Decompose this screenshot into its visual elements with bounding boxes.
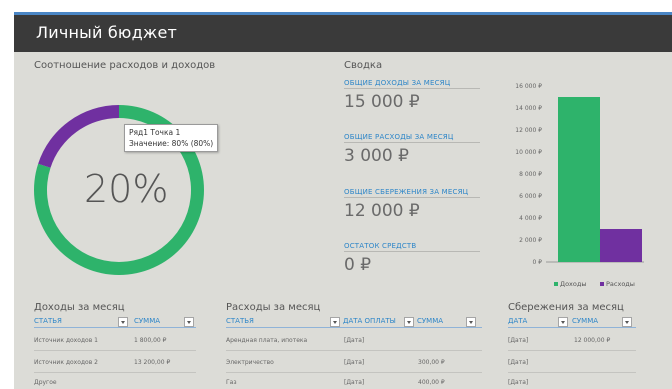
table-cell[interactable]: Источник доходов 1 (34, 337, 98, 344)
summary-divider (344, 142, 480, 143)
total-income-value: 15 000 ₽ (344, 92, 420, 112)
table-cell[interactable]: Газ (226, 379, 237, 386)
savings-table-header: ДАТА СУММА (508, 316, 636, 328)
table-cell[interactable]: [Дата] (508, 359, 528, 366)
legend-swatch (554, 282, 558, 286)
table-row-divider (226, 372, 482, 373)
y-tick-label: 6 000 ₽ (519, 193, 542, 200)
table-cell[interactable]: Электричество (226, 359, 274, 366)
table-cell[interactable]: [Дата] (508, 379, 528, 386)
legend-label: Расходы (606, 280, 635, 288)
total-expenses-value: 3 000 ₽ (344, 146, 409, 166)
table-cell[interactable]: [Дата] (344, 379, 364, 386)
income-col-item: СТАТЬЯ (34, 317, 62, 325)
total-income-link[interactable]: ОБЩИЕ ДОХОДЫ ЗА МЕСЯЦ (344, 79, 450, 87)
savings-table-title: Сбережения за месяц (508, 302, 624, 313)
table-cell[interactable]: 1 800,00 ₽ (134, 337, 166, 344)
expenses-amount-filter-dropdown[interactable] (466, 317, 476, 327)
y-tick-label: 4 000 ₽ (519, 215, 542, 222)
income-col-amount: СУММА (134, 317, 161, 325)
y-tick-label: 14 000 ₽ (515, 105, 542, 112)
expenses-table-header: СТАТЬЯ ДАТА ОПЛАТЫ СУММА (226, 316, 482, 328)
y-tick-label: 2 000 ₽ (519, 237, 542, 244)
table-row-divider (226, 350, 482, 351)
expenses-col-amount: СУММА (417, 317, 444, 325)
y-tick-label: 10 000 ₽ (515, 149, 542, 156)
savings-col-amount: СУММА (572, 317, 599, 325)
income-item-filter-dropdown[interactable] (118, 317, 128, 327)
total-expenses-link[interactable]: ОБЩИЕ РАСХОДЫ ЗА МЕСЯЦ (344, 133, 453, 141)
donut-center-label: 20% (84, 167, 169, 211)
total-savings-link[interactable]: ОБЩИЕ СБЕРЕЖЕНИЯ ЗА МЕСЯЦ (344, 188, 468, 196)
legend-swatch (600, 282, 604, 286)
y-tick-label: 16 000 ₽ (515, 83, 542, 90)
expenses-col-due-date: ДАТА ОПЛАТЫ (343, 317, 396, 325)
table-row-divider (34, 350, 196, 351)
income-table-header: СТАТЬЯ СУММА (34, 316, 196, 328)
savings-date-filter-dropdown[interactable] (558, 317, 568, 327)
total-savings-value: 12 000 ₽ (344, 201, 420, 221)
table-cell[interactable]: Другое (34, 379, 57, 386)
summary-divider (344, 197, 480, 198)
expenses-item-filter-dropdown[interactable] (330, 317, 340, 327)
expenses-table-title: Расходы за месяц (226, 302, 321, 313)
summary-divider (344, 88, 480, 89)
donut-slice-1[interactable] (38, 105, 119, 168)
balance-link[interactable]: ОСТАТОК СРЕДСТВ (344, 242, 416, 250)
app-title: Личный бюджет (36, 23, 178, 42)
y-tick-label: 12 000 ₽ (515, 127, 542, 134)
table-row-divider (508, 372, 636, 373)
table-cell[interactable]: Арендная плата, ипотека (226, 337, 307, 344)
income-amount-filter-dropdown[interactable] (184, 317, 194, 327)
balance-value: 0 ₽ (344, 255, 372, 275)
table-cell[interactable]: [Дата] (344, 359, 364, 366)
table-cell[interactable]: [Дата] (508, 337, 528, 344)
tooltip-series: Ряд1 Точка 1 (129, 128, 181, 137)
expenses-date-filter-dropdown[interactable] (404, 317, 414, 327)
y-tick-label: 8 000 ₽ (519, 171, 542, 178)
tooltip-value: Значение: 80% (80%) (129, 139, 214, 148)
table-row-divider (508, 350, 636, 351)
budget-app: Личный бюджет Соотношение расходов и дох… (14, 12, 672, 389)
table-cell[interactable]: 400,00 ₽ (418, 379, 445, 386)
savings-col-date: ДАТА (508, 317, 528, 325)
summary-divider (344, 251, 480, 252)
legend-label: Доходы (560, 280, 587, 288)
table-cell[interactable]: [Дата] (344, 337, 364, 344)
table-row-divider (34, 372, 196, 373)
bar-0[interactable] (558, 97, 600, 262)
table-cell[interactable]: 13 200,00 ₽ (134, 359, 170, 366)
chart-tooltip: Ряд1 Точка 1 Значение: 80% (80%) (124, 124, 219, 152)
bar-1[interactable] (600, 229, 642, 262)
table-cell[interactable]: 12 000,00 ₽ (574, 337, 610, 344)
savings-amount-filter-dropdown[interactable] (622, 317, 632, 327)
income-expense-bar-chart[interactable]: 0 ₽ 2 000 ₽ 4 000 ₽ 6 000 ₽ 8 000 ₽ 10 000 ₽ 1… (484, 80, 644, 290)
table-cell[interactable]: 300,00 ₽ (418, 359, 445, 366)
income-table-title: Доходы за месяц (34, 302, 125, 313)
expenses-col-item: СТАТЬЯ (226, 317, 254, 325)
y-tick-label: 0 ₽ (532, 259, 542, 266)
header-bar: Личный бюджет (14, 15, 672, 52)
ratio-title: Соотношение расходов и доходов (34, 60, 216, 71)
summary-title: Сводка (344, 60, 383, 71)
table-cell[interactable]: Источник доходов 2 (34, 359, 98, 366)
